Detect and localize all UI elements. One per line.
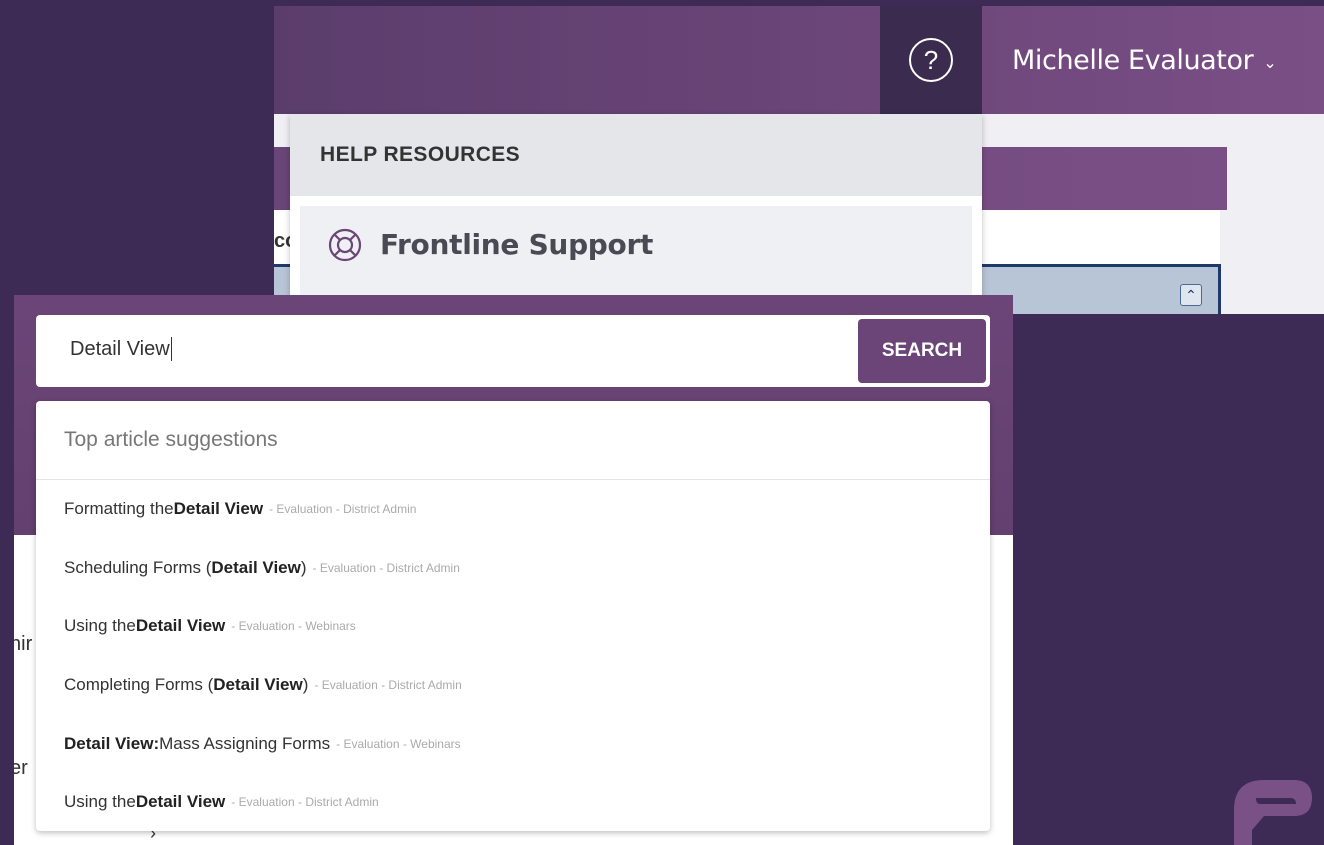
suggestion-text: Completing Forms (	[64, 675, 214, 695]
suggestion-match: Detail View	[135, 616, 226, 636]
suggestion-match: Detail View	[211, 557, 301, 577]
suggestion-category: - Evaluation - District Admin	[269, 502, 417, 517]
suggestions-title: Top article suggestions	[36, 401, 990, 480]
user-menu[interactable]: Michelle Evaluator ⌄	[1012, 6, 1277, 114]
help-item-frontline-support[interactable]: Frontline Support	[300, 206, 972, 306]
suggestion-text: )	[302, 675, 309, 695]
text-caret	[170, 337, 172, 361]
app-header-screenshot: ? Michelle Evaluator ⌄ co ⌃ HELP RESOURC…	[274, 6, 1324, 314]
search-bar: Detail View SEARCH	[36, 315, 990, 387]
help-item-label: Frontline Support	[380, 228, 654, 261]
suggestion-category: - Evaluation - District Admin	[314, 678, 462, 693]
suggestion-category: - Evaluation - Webinars	[231, 619, 356, 634]
question-circle-icon: ?	[909, 38, 953, 82]
suggestions-list: Formatting the Detail View - Evaluation -…	[36, 480, 990, 832]
search-input-value: Detail View	[70, 337, 170, 360]
suggestion-category: - Evaluation - District Admin	[231, 795, 379, 810]
chevron-down-icon: ⌄	[1263, 52, 1277, 72]
suggestion-category: - Evaluation - Webinars	[336, 736, 461, 751]
suggestion-match: Detail View	[135, 792, 226, 812]
left-sidebar-fragment: hir er	[14, 535, 36, 845]
partial-sidebar-text: er	[14, 757, 28, 779]
suggestions-dropdown: Top article suggestions Formatting the D…	[36, 401, 990, 831]
suggestion-item[interactable]: Completing Forms (Detail View) - Evaluati…	[36, 656, 990, 715]
help-resources-title: HELP RESOURCES	[290, 114, 982, 196]
suggestion-item[interactable]: Formatting the Detail View - Evaluation -…	[36, 480, 990, 539]
user-name: Michelle Evaluator	[1012, 44, 1254, 76]
suggestion-text: Using the	[64, 616, 136, 636]
help-dropdown: HELP RESOURCES Frontline Support	[290, 114, 982, 314]
partial-sidebar-text: hir	[14, 633, 33, 655]
help-button[interactable]: ?	[880, 6, 982, 114]
suggestion-category: - Evaluation - District Admin	[312, 560, 460, 575]
collapse-up-icon[interactable]: ⌃	[1180, 284, 1202, 306]
lifebuoy-icon	[328, 228, 362, 262]
brand-logo	[1234, 780, 1312, 845]
search-button[interactable]: SEARCH	[858, 319, 986, 383]
suggestion-match: Detail View	[213, 675, 303, 695]
suggestion-match: Detail View	[173, 499, 264, 519]
search-screenshot: hir er › Detail View SEARCH Top article …	[14, 295, 1013, 845]
suggestion-text: Formatting the	[64, 499, 174, 519]
suggestion-match: Detail View:	[64, 733, 160, 753]
suggestion-item[interactable]: Using the Detail View - Evaluation - Dist…	[36, 773, 990, 832]
search-input[interactable]: Detail View	[70, 337, 172, 361]
suggestion-item[interactable]: Using the Detail View - Evaluation - Webi…	[36, 597, 990, 656]
suggestion-text: Scheduling Forms (	[64, 557, 212, 577]
suggestion-text: Using the	[64, 792, 136, 812]
suggestion-item[interactable]: Scheduling Forms (Detail View) - Evaluati…	[36, 539, 990, 598]
suggestion-item[interactable]: Detail View: Mass Assigning Forms - Evalu…	[36, 714, 990, 773]
suggestion-text: Mass Assigning Forms	[159, 733, 331, 753]
suggestion-text: )	[300, 557, 307, 577]
